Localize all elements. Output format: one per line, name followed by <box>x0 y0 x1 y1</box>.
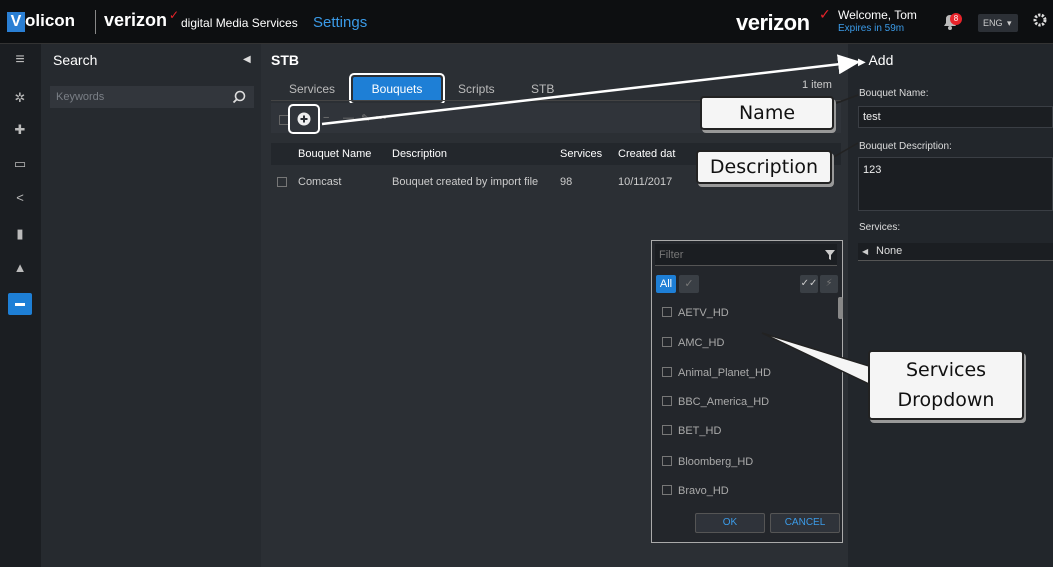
check-icon[interactable]: ✓ <box>679 275 699 293</box>
dropdown-item-label: AMC_HD <box>678 337 725 349</box>
puzzle-icon[interactable]: ✚ <box>10 120 30 140</box>
share-icon[interactable]: < <box>10 188 30 208</box>
dropdown-item[interactable]: BBC_America_HD <box>662 394 769 410</box>
add-panel-title-text: Add <box>868 52 894 68</box>
dropdown-item[interactable]: AMC_HD <box>662 335 724 351</box>
column-header-bouquet-name[interactable]: Bouquet Name <box>298 148 371 160</box>
dropdown-item-label: Animal_Planet_HD <box>678 367 771 379</box>
app-window: V olicon verizon ✓ digital Media Service… <box>0 0 1053 567</box>
table-cell-bouquet-name[interactable]: Comcast <box>298 176 341 188</box>
item-checkbox[interactable] <box>662 337 672 347</box>
callout-services-line1: Services <box>905 359 987 381</box>
callout-services-line2: Dropdown <box>897 389 995 411</box>
uncheck-all-icon[interactable]: ⚡ <box>820 275 838 293</box>
volicon-logo-mark: V <box>7 12 25 32</box>
brand-check-icon: ✓ <box>169 8 180 22</box>
callout-name: Name <box>700 96 834 130</box>
add-button-highlight <box>288 104 320 134</box>
dropdown-item[interactable]: Bloomberg_HD <box>662 454 753 470</box>
item-checkbox[interactable] <box>662 485 672 495</box>
search-panel: Search ◀ <box>41 44 261 567</box>
tab-services[interactable]: Services <box>289 82 335 96</box>
dropdown-item[interactable]: BET_HD <box>662 423 721 439</box>
dropdown-item-label: BBC_America_HD <box>678 396 770 408</box>
dropdown-item[interactable]: Animal_Planet_HD <box>662 365 771 381</box>
edit-icon[interactable]: ✎ <box>361 112 370 125</box>
check-all-icon[interactable]: ✓✓ <box>800 275 818 293</box>
services-select-value[interactable]: None <box>876 245 902 257</box>
dropdown-scrollbar[interactable] <box>838 297 843 319</box>
language-select[interactable]: ENG <box>978 14 1018 32</box>
column-header-services[interactable]: Services <box>560 148 602 160</box>
brand-logo: verizon <box>104 10 168 30</box>
user-icon[interactable]: ▲ <box>10 258 30 278</box>
column-header-description[interactable]: Description <box>392 148 447 160</box>
item-checkbox[interactable] <box>662 425 672 435</box>
callout-services-dropdown: Services Dropdown <box>868 350 1024 420</box>
dropdown-item-label: Bravo_HD <box>678 485 729 497</box>
left-nav-rail: ≡ ✲ ✚ ▭ < ▮ ▲ ▬ <box>0 44 41 567</box>
settings-gear-icon[interactable] <box>1032 12 1048 28</box>
keywords-search-input[interactable] <box>50 86 254 108</box>
services-dropdown: All ✓ ✓✓ ⚡ AETV_HD AMC_HD Animal_Planet_… <box>651 240 843 543</box>
item-count: 1 item <box>802 79 832 91</box>
brand-logo-right: verizon <box>736 10 810 35</box>
ok-button[interactable]: OK <box>695 513 765 533</box>
dropdown-item-label: Bloomberg_HD <box>678 456 754 468</box>
dropdown-item[interactable]: Bravo_HD <box>662 483 729 499</box>
item-checkbox[interactable] <box>662 396 672 406</box>
page-title: Settings <box>313 14 368 31</box>
dropdown-item[interactable]: AETV_HD <box>662 305 729 321</box>
callout-description: Description <box>696 150 832 184</box>
header-divider <box>95 10 96 34</box>
select-all-button[interactable]: All <box>656 275 676 293</box>
services-label: Services: <box>859 222 901 233</box>
more-icon[interactable]: ••• <box>375 112 387 124</box>
minus-icon[interactable]: — <box>343 112 354 124</box>
welcome-text[interactable]: Welcome, Tom <box>838 8 917 22</box>
menu-icon[interactable]: ≡ <box>10 50 30 70</box>
stb-icon: ▬ <box>15 298 25 309</box>
monitor-icon[interactable]: ▭ <box>10 154 30 174</box>
table-cell-services: 98 <box>560 176 573 188</box>
chevron-down-icon: ▾ <box>1007 18 1012 28</box>
notification-badge: 8 <box>950 13 962 25</box>
brand-check-icon: ✓ <box>819 6 831 22</box>
filter-icon[interactable] <box>825 250 835 260</box>
collapse-left-icon[interactable]: ◀ <box>243 54 251 65</box>
session-expires: Expires in 59m <box>838 23 905 34</box>
item-checkbox[interactable] <box>662 456 672 466</box>
filter-input[interactable] <box>655 244 837 266</box>
column-header-created-date[interactable]: Created dat <box>618 148 675 160</box>
tab-scripts[interactable]: Scripts <box>458 82 495 96</box>
top-bar: V olicon verizon ✓ digital Media Service… <box>0 0 1053 44</box>
expand-right-icon: ▶ <box>858 57 869 68</box>
remove-icon[interactable]: − <box>323 112 329 124</box>
bouquet-description-label: Bouquet Description: <box>859 141 952 152</box>
bouquet-description-input[interactable]: 123 <box>858 157 1053 211</box>
item-checkbox[interactable] <box>662 307 672 317</box>
cancel-button[interactable]: CANCEL <box>770 513 840 533</box>
add-bouquet-panel: ▶ Add Bouquet Name: Bouquet Description:… <box>848 44 1053 567</box>
item-checkbox[interactable] <box>662 367 672 377</box>
bouquet-name-label: Bouquet Name: <box>859 88 929 99</box>
gear-icon[interactable]: ✲ <box>10 88 30 108</box>
brand-subtitle: digital Media Services <box>181 16 298 30</box>
add-panel-title: ▶ Add <box>858 52 893 68</box>
volicon-logo-text: olicon <box>25 11 76 30</box>
collapse-left-icon: ◀ <box>862 247 869 256</box>
row-checkbox[interactable] <box>277 177 287 187</box>
search-panel-title: Search <box>53 52 98 68</box>
table-cell-created-date: 10/11/2017 <box>618 176 673 188</box>
search-icon[interactable] <box>232 90 246 104</box>
trash-icon[interactable]: ▮ <box>10 224 30 244</box>
bouquet-name-input[interactable] <box>858 106 1053 128</box>
table-cell-description: Bouquet created by import file <box>392 176 539 188</box>
main-title: STB <box>271 52 299 68</box>
dropdown-item-label: BET_HD <box>678 425 722 437</box>
tab-stb[interactable]: STB <box>531 82 554 96</box>
dropdown-item-label: AETV_HD <box>678 307 729 319</box>
